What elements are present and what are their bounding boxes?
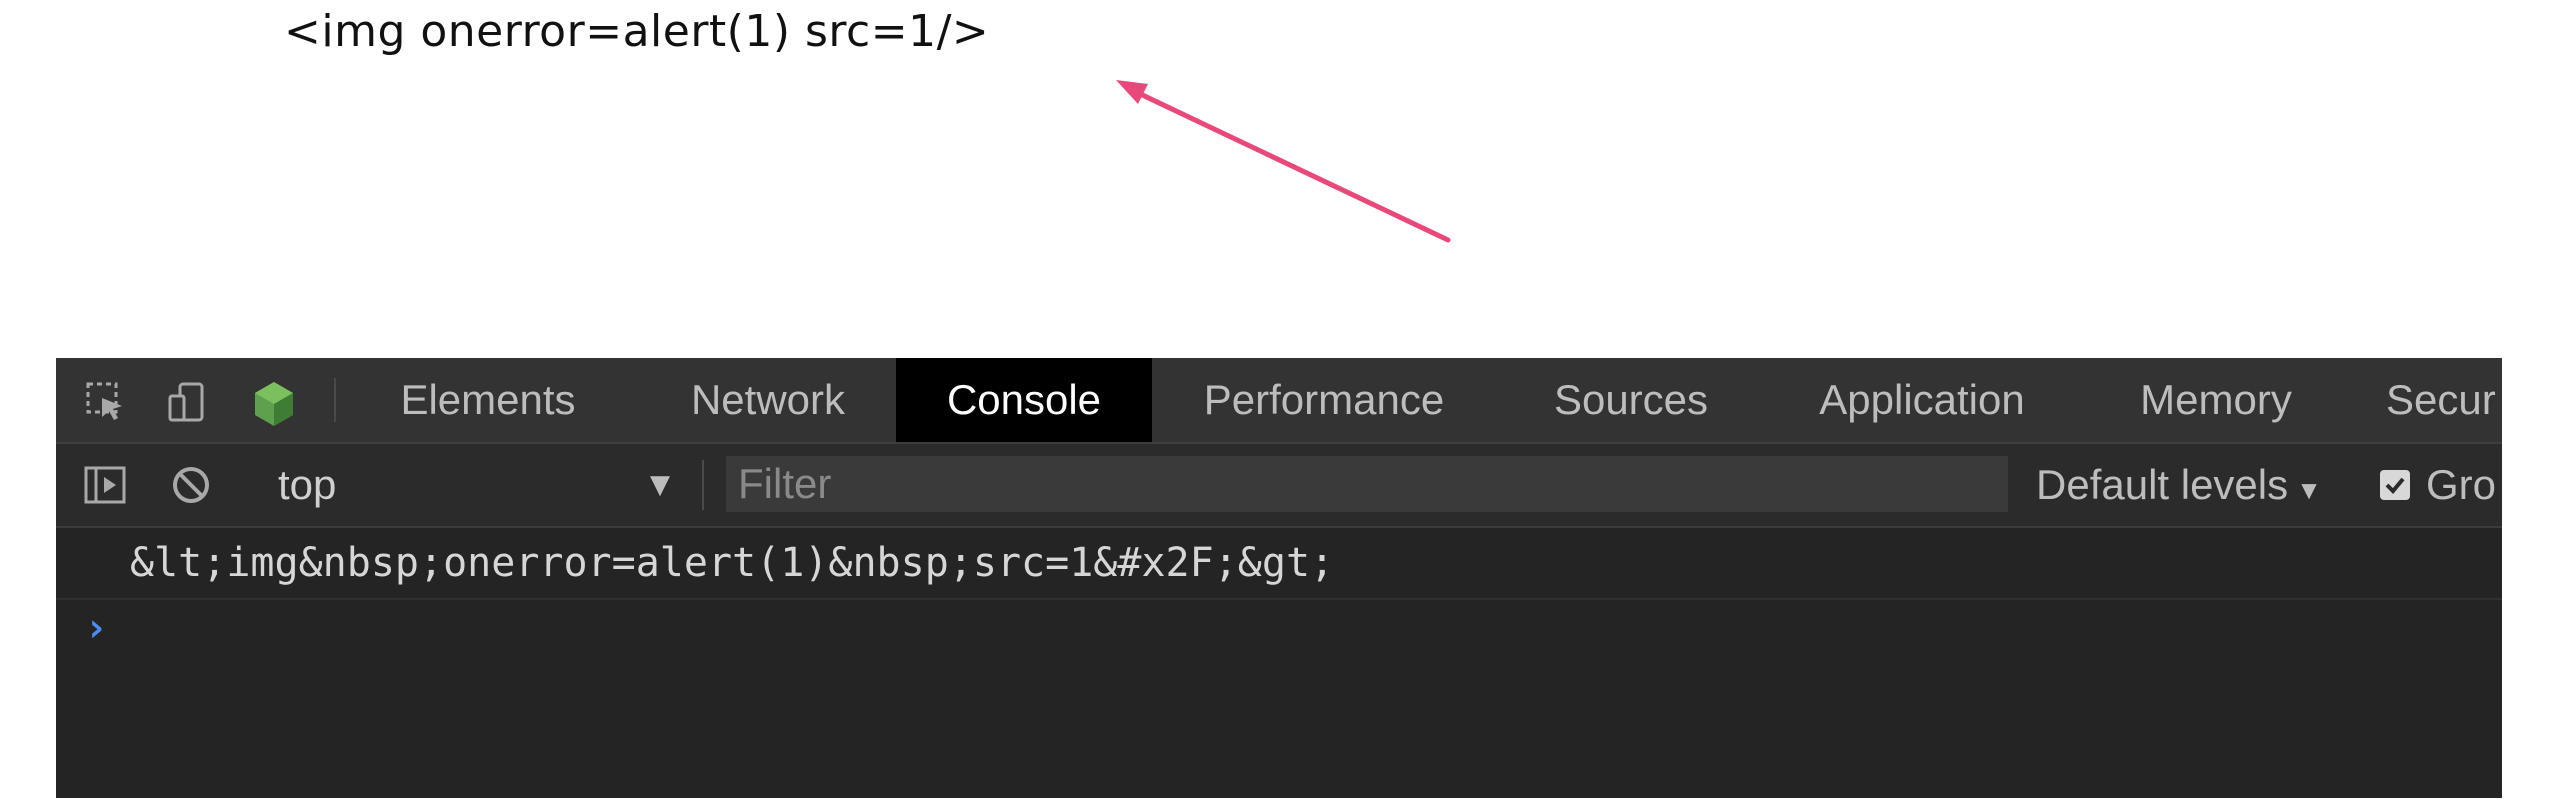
clear-console-icon[interactable]	[168, 462, 214, 508]
toolbar-separator	[702, 460, 704, 510]
tab-elements[interactable]: Elements	[388, 358, 588, 442]
prompt-caret-icon: ›	[84, 605, 109, 651]
devtools-tabbar: Elements Network Console Performance Sou…	[56, 358, 2502, 444]
log-levels-label: Default levels	[2036, 461, 2289, 508]
devtools-panel: Elements Network Console Performance Sou…	[56, 358, 2502, 798]
chevron-down-icon: ▼	[2296, 475, 2322, 505]
rendered-page-text: <img onerror=alert(1) src=1/>	[284, 6, 990, 57]
device-toolbar-icon[interactable]	[166, 380, 210, 424]
group-similar-checkbox[interactable]	[2380, 470, 2410, 500]
tab-sources[interactable]: Sources	[1536, 358, 1726, 442]
tab-console[interactable]: Console	[896, 358, 1152, 442]
group-similar-label: Gro	[2426, 461, 2497, 508]
sidebar-toggle-icon[interactable]	[82, 462, 128, 508]
console-prompt[interactable]: ›	[56, 600, 2502, 656]
tab-memory[interactable]: Memory	[2118, 358, 2314, 442]
console-log-entry: &lt;img&nbsp;onerror=alert(1)&nbsp;src=1…	[56, 528, 2502, 600]
console-filter-input[interactable]	[726, 456, 2008, 512]
tab-security[interactable]: Secur	[2386, 358, 2502, 442]
annotation-arrow-top	[1116, 80, 1451, 243]
page: <img onerror=alert(1) src=1/> Elements N…	[0, 0, 2566, 804]
console-log-text: &lt;img&nbsp;onerror=alert(1)&nbsp;src=1…	[130, 540, 1335, 586]
log-levels-dropdown[interactable]: Default levels ▼	[2036, 444, 2322, 526]
tab-performance[interactable]: Performance	[1184, 358, 1464, 442]
console-output: &lt;img&nbsp;onerror=alert(1)&nbsp;src=1…	[56, 528, 2502, 798]
node-hexagon-icon[interactable]	[252, 380, 296, 426]
inspect-element-icon[interactable]	[84, 380, 128, 424]
console-toolbar: top ▼ Default levels▼ Gro	[56, 444, 2502, 528]
tabbar-separator	[334, 378, 336, 422]
tab-application[interactable]: Application	[1802, 358, 2042, 442]
chevron-down-icon[interactable]: ▼	[650, 444, 670, 526]
tab-network[interactable]: Network	[676, 358, 860, 442]
execution-context-select[interactable]: top	[278, 444, 336, 526]
